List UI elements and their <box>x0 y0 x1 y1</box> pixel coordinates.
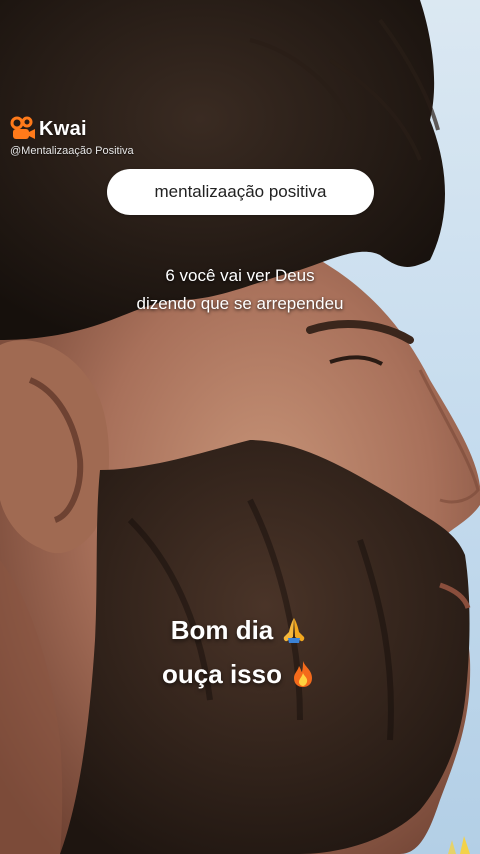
video-subtitle: 6 você vai ver Deus dizendo que se arrep… <box>80 262 400 318</box>
sparkle-decoration <box>448 836 470 854</box>
caption-line-1: Bom dia <box>170 615 274 645</box>
fire-icon <box>293 661 312 687</box>
kwai-logo-icon <box>10 116 35 139</box>
account-name-pill: mentalizaação positiva <box>107 169 374 215</box>
caption-line-2: ouça isso <box>162 659 282 689</box>
subtitle-line-1: 6 você vai ver Deus <box>165 266 315 285</box>
subtitle-line-2: dizendo que se arrependeu <box>136 294 344 313</box>
kwai-brand-name: Kwai <box>39 117 87 140</box>
greeting-caption: Bom dia ouça isso <box>100 608 380 696</box>
praying-hands-icon <box>284 618 305 643</box>
video-frame: Kwai @Mentalizaação Positiva mentalizaaç… <box>0 0 480 854</box>
creator-handle: @Mentalizaação Positiva <box>10 145 134 157</box>
kwai-watermark: Kwai @Mentalizaação Positiva <box>10 116 150 158</box>
